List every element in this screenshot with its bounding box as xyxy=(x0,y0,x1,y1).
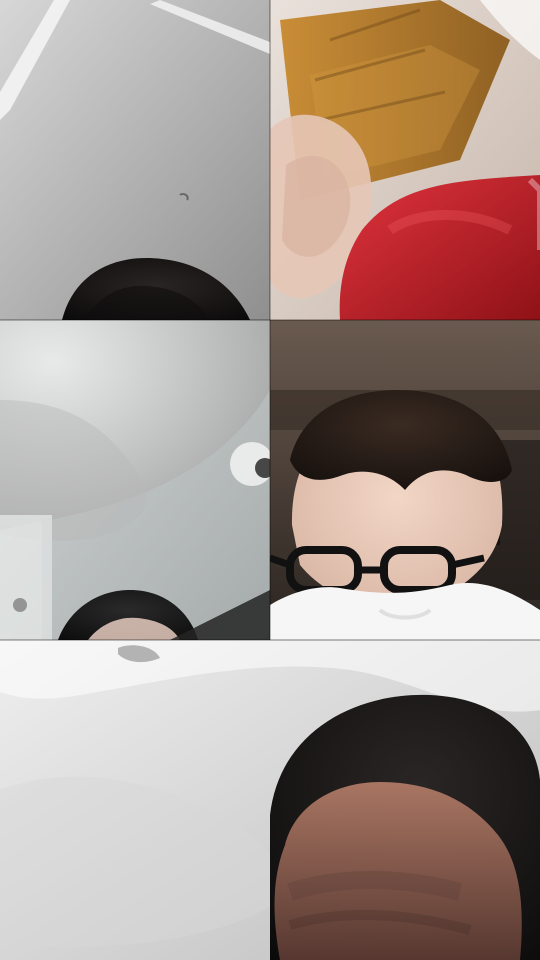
participant-video-2 xyxy=(270,0,540,320)
participant-tile-4[interactable] xyxy=(270,320,540,640)
tile-separator-horizontal-2 xyxy=(0,639,540,641)
video-call-screen xyxy=(0,0,540,960)
participant-video-4 xyxy=(270,320,540,640)
participant-video-1 xyxy=(0,0,270,320)
participant-tile-2[interactable] xyxy=(270,0,540,320)
participant-tile-1[interactable] xyxy=(0,0,270,320)
tile-separator-horizontal-1 xyxy=(0,319,540,321)
participant-tile-3[interactable] xyxy=(0,320,270,640)
participant-video-5 xyxy=(0,640,540,960)
participant-tile-5[interactable] xyxy=(0,640,540,960)
participant-video-3 xyxy=(0,320,270,640)
